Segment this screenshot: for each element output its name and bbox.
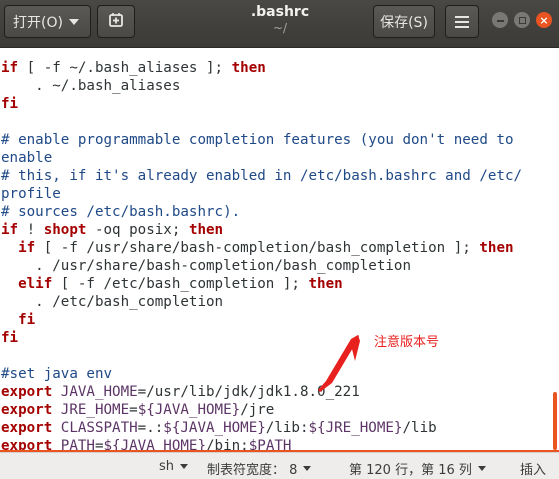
header-bar: 打开(O) .bashrc ~/ 保存(S) ×: [0, 0, 559, 48]
maximize-icon: [518, 16, 526, 24]
language-selector[interactable]: sh: [159, 459, 189, 474]
text-editor[interactable]: if [ -f ~/.bash_aliases ]; then . ~/.bas…: [0, 49, 559, 452]
chevron-down-icon: [68, 18, 79, 25]
menu-button[interactable]: [445, 5, 479, 38]
status-bar: sh 制表符宽度： 8 第 120 行，第 16 列 插入: [0, 452, 559, 479]
language-label: sh: [159, 459, 175, 474]
chevron-down-icon: [303, 466, 312, 471]
cursor-position-selector[interactable]: 第 120 行，第 16 列: [349, 459, 486, 478]
insert-mode-label: 插入: [520, 463, 547, 478]
open-button-label: 打开(O): [13, 14, 63, 31]
annotation-arrow-icon: [318, 335, 360, 392]
hamburger-icon: [455, 15, 469, 28]
save-button[interactable]: 保存(S): [373, 5, 435, 38]
open-button[interactable]: 打开(O): [4, 5, 91, 38]
close-button[interactable]: ×: [536, 12, 552, 28]
chevron-down-icon: [477, 466, 486, 471]
close-icon: ×: [539, 13, 549, 27]
tab-width-selector[interactable]: 制表符宽度： 8: [207, 459, 312, 478]
minimize-icon: [496, 20, 504, 22]
window-title: .bashrc: [250, 4, 310, 20]
maximize-button[interactable]: [514, 12, 530, 28]
window-title-group: .bashrc ~/: [200, 4, 360, 36]
cursor-position-label: 第 120 行，第 16 列: [349, 463, 472, 478]
pin-icon: [108, 12, 124, 32]
tab-width-label: 制表符宽度： 8: [207, 463, 298, 478]
chevron-down-icon: [180, 464, 189, 469]
new-tab-button[interactable]: [97, 5, 135, 38]
window-subtitle: ~/: [272, 21, 288, 35]
insert-mode-indicator[interactable]: 插入: [520, 459, 546, 478]
annotation-note: 注意版本号: [374, 335, 440, 350]
minimize-button[interactable]: [492, 12, 508, 28]
